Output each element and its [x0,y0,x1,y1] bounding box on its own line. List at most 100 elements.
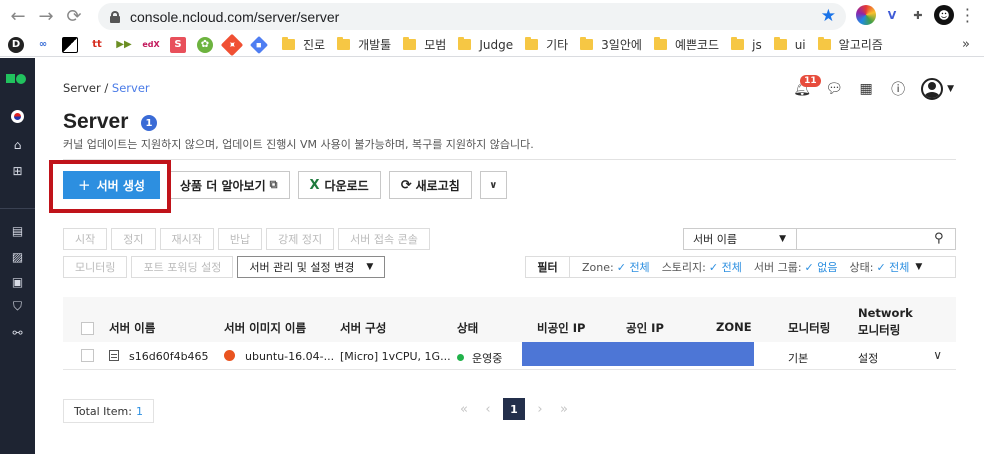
bookmark-square-icon[interactable] [62,36,78,53]
search-field-label: 서버 이름 [693,233,737,246]
bookmark-folder-2[interactable]: 모범 [403,36,446,53]
main-content: Server / Server 🔔︎ 11 💬︎ ▦ ⓘ ▼ Server 1 커… [35,58,984,454]
caret-down-icon[interactable]: ▼ [915,262,922,272]
prev-page-icon[interactable]: ‹ [479,402,497,417]
extension-v-icon[interactable]: V [882,5,902,25]
row-server-name[interactable]: s16d60f4b465 [129,350,209,363]
bookmark-edx-icon[interactable]: edX [142,37,159,53]
bookmark-label: 진로 [303,38,326,52]
last-page-icon[interactable]: » [555,402,573,417]
download-button[interactable]: X 다운로드 [297,171,381,199]
next-page-icon[interactable]: › [531,402,549,417]
back-arrow-icon[interactable]: ← [4,3,32,31]
notification-bell-icon[interactable]: 🔔︎ 11 [793,75,821,98]
storage-icon[interactable]: ▣ [9,273,26,290]
bookmark-star-icon[interactable]: ★ [821,6,836,26]
reload-icon[interactable]: ⟳ [60,3,88,31]
filter-bar[interactable]: 필터 Zone: ✓ 전체 스토리지: ✓ 전체 서버 그룹: ✓ 없음 상태: ✓ 전… [525,256,956,278]
bookmark-git-icon[interactable]: ✦ [220,33,244,56]
col-network-monitoring[interactable]: Network 모니터링 [858,305,913,339]
chevron-down-icon[interactable]: ▼ [947,84,954,94]
first-page-icon[interactable]: « [455,402,473,417]
bookmark-folder-6[interactable]: 예쁜코드 [653,36,719,53]
col-server-image[interactable]: 서버 이미지 이름 [224,320,306,336]
bookmark-spring-icon[interactable]: ✿ [197,36,213,53]
server-list-icon[interactable]: ▤ [9,222,26,239]
col-server-spec[interactable]: 서버 구성 [340,320,386,336]
info-icon[interactable]: ⓘ [889,80,907,98]
search-field-select[interactable]: 서버 이름 ▼ [683,228,797,250]
chat-icon[interactable]: 💬︎ [825,80,843,98]
select-all-checkbox[interactable] [81,322,94,335]
bookmark-folder-0[interactable]: 진로 [282,36,325,53]
col-zone[interactable]: ZONE [716,320,752,334]
forward-arrow-icon[interactable]: → [32,3,60,31]
breadcrumb-current[interactable]: Server [112,81,150,95]
col-monitoring[interactable]: 모니터링 [788,320,830,336]
bookmark-folder-5[interactable]: 3일안에 [580,36,642,53]
report-icon[interactable]: ▦ [857,80,875,98]
row-monitoring[interactable]: 기본 [788,350,808,366]
row-network-monitoring[interactable]: 설정 [858,350,878,366]
bookmark-label: 기타 [546,38,569,52]
ncloud-logo[interactable] [6,74,26,84]
download-label: 다운로드 [324,178,369,193]
stop-button[interactable]: 정지 [111,228,156,250]
bookmark-folder-7[interactable]: js [731,37,762,52]
bookmark-d-icon[interactable]: D [8,36,24,53]
bookmark-tt-icon[interactable]: tt [89,37,105,53]
bookmark-folder-3[interactable]: Judge [458,37,513,52]
bookmark-folder-8[interactable]: ui [773,37,806,52]
address-bar[interactable]: console.ncloud.com/server/server ★ [98,3,846,30]
port-forwarding-button[interactable]: 포트 포워딩 설정 [131,256,234,278]
dashboard-grid-icon[interactable]: ⊞ [9,162,26,179]
console-button[interactable]: 서버 접속 콘솔 [338,228,430,250]
breadcrumb-root[interactable]: Server / [63,81,108,95]
page-number[interactable]: 1 [503,398,525,420]
user-avatar[interactable] [921,78,944,100]
profile-avatar-icon[interactable]: ☻ [934,5,954,25]
bookmark-folder-1[interactable]: 개발툴 [337,36,391,53]
home-icon[interactable]: ⌂ [9,136,26,153]
browser-menu-icon[interactable]: · · · [965,2,970,30]
language-flag-icon[interactable] [9,108,26,125]
force-stop-button[interactable]: 강제 정지 [266,228,335,250]
col-public-ip[interactable]: 공인 IP [626,320,664,336]
refresh-button[interactable]: ⟳ 새로고침 [388,171,472,199]
return-button[interactable]: 반납 [217,228,263,250]
filter-status[interactable]: 상태: ✓ 전체 [850,259,910,275]
bookmark-link-icon[interactable]: ∞ [35,37,51,53]
search-input[interactable] [797,228,956,250]
table-row[interactable]: s16d60f4b465 ubuntu-16.04-... [Micro] 1v… [63,342,956,370]
bookmark-folder-4[interactable]: 기타 [525,36,568,53]
bookmark-arrow-icon[interactable]: ▶▶ [116,37,132,53]
more-actions-dropdown[interactable]: ∨ [479,171,507,199]
folder-icon [403,37,417,50]
row-checkbox[interactable] [81,349,94,362]
col-server-name[interactable]: 서버 이름 [109,320,155,336]
search-icon[interactable]: ⚲ [934,231,944,246]
extension-color-icon[interactable] [856,5,876,25]
monitoring-button[interactable]: 모니터링 [63,256,128,278]
expand-row-chevron-icon[interactable]: ∨ [933,348,942,362]
filter-server-group[interactable]: 서버 그룹: ✓ 없음 [754,259,838,275]
extension-puzzle-icon[interactable]: ✚ [908,5,928,25]
bookmark-label: 3일안에 [601,38,642,52]
product-info-button[interactable]: 상품 더 알아보기 ⧉ [168,171,290,199]
bookmark-s-icon[interactable]: S [170,36,186,53]
server-table: 서버 이름 서버 이미지 이름 서버 구성 상태 비공인 IP 공인 IP ZO… [63,297,956,370]
image-icon[interactable]: ▨ [9,248,26,265]
security-icon[interactable]: ⛉ [9,298,26,315]
filter-storage[interactable]: 스토리지: ✓ 전체 [662,259,742,275]
row-status: 운영중 [472,352,503,365]
filter-zone[interactable]: Zone: ✓ 전체 [582,259,650,275]
bookmarks-more[interactable]: » [962,37,970,52]
restart-button[interactable]: 재시작 [159,228,214,250]
server-manage-dropdown[interactable]: 서버 관리 및 설정 변경 ▼ [237,256,386,278]
bookmark-folder-9[interactable]: 알고리즘 [817,36,883,53]
col-private-ip[interactable]: 비공인 IP [537,320,585,336]
bookmark-diamond-icon[interactable]: ◆ [249,35,269,54]
col-status[interactable]: 상태 [457,320,478,336]
network-icon[interactable]: ⚯ [9,324,26,341]
start-button[interactable]: 시작 [63,228,108,250]
